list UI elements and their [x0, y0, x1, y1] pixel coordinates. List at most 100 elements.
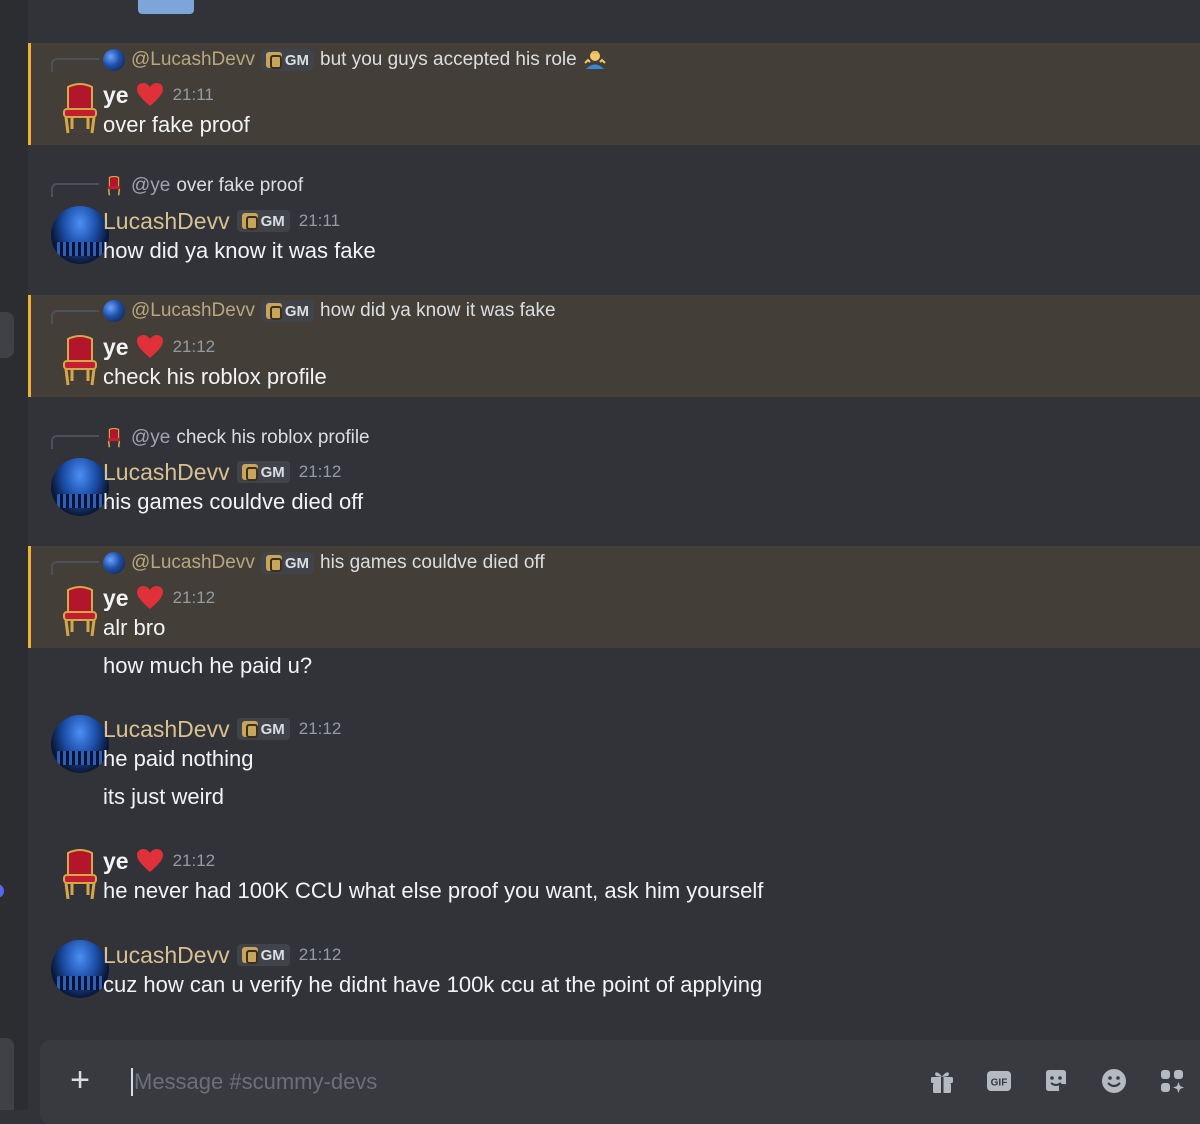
message-header: ye 21:12: [103, 846, 215, 876]
avatar[interactable]: [51, 715, 109, 773]
guild-tag: GM: [236, 210, 290, 232]
emoji-icon[interactable]: [1099, 1066, 1129, 1096]
reply-spine: [51, 310, 99, 324]
avatar[interactable]: [51, 583, 109, 641]
timestamp[interactable]: 21:12: [299, 719, 342, 739]
message-header: LucashDevv GM 21:11: [103, 206, 340, 236]
timestamp[interactable]: 21:11: [299, 211, 340, 231]
reply-spine: [51, 435, 99, 449]
reply-preview[interactable]: @ye over fake proof: [103, 174, 303, 198]
guild-tag: GM: [260, 552, 315, 574]
gif-label: GIF: [991, 1078, 1008, 1089]
reply-preview[interactable]: @LucashDevv GM how did ya know it was fa…: [103, 299, 556, 323]
reply-spine: [51, 183, 99, 197]
add-attachment-button[interactable]: +: [62, 1062, 98, 1098]
guild-tag-icon: [241, 464, 258, 481]
gif-button[interactable]: GIF: [984, 1066, 1014, 1096]
rail-selected-pill[interactable]: [0, 312, 14, 358]
avatar[interactable]: [51, 206, 109, 264]
message-header: LucashDevv GM 21:12: [103, 940, 341, 970]
message-text: its just weird: [103, 784, 225, 809]
throne-icon: [63, 849, 97, 900]
avatar[interactable]: [51, 458, 109, 516]
avatar[interactable]: [51, 846, 109, 904]
message-text: how much he paid u?: [103, 653, 313, 678]
guild-tag-label: GM: [284, 302, 310, 320]
avatar[interactable]: [51, 80, 109, 138]
avatar[interactable]: [51, 940, 109, 998]
reply-author[interactable]: @ye: [131, 175, 170, 197]
guild-tag: GM: [260, 300, 315, 322]
apps-icon: [1161, 1070, 1184, 1093]
message-input[interactable]: [134, 1064, 894, 1100]
username[interactable]: ye: [103, 82, 129, 109]
guild-tag-icon: [265, 303, 282, 320]
reply-avatar-lucashdevv: [103, 300, 125, 322]
message-text: over fake proof: [103, 112, 250, 137]
timestamp[interactable]: 21:12: [173, 588, 216, 608]
throne-icon: [63, 83, 97, 134]
throne-icon: [107, 176, 121, 196]
timestamp[interactable]: 21:12: [173, 851, 216, 871]
red-heart-icon: [136, 335, 163, 358]
guild-tag: GM: [236, 461, 290, 483]
text-caret: [131, 1068, 133, 1096]
reply-author[interactable]: @LucashDevv: [131, 300, 255, 322]
message-text: check his roblox profile: [103, 364, 327, 389]
sticker-icon: [1046, 1070, 1066, 1091]
guild-tag: GM: [236, 944, 290, 966]
guild-tag-icon: [241, 947, 258, 964]
message-text: he never had 100K CCU what else proof yo…: [103, 878, 764, 903]
person-shrugging-icon: [583, 51, 606, 69]
reply-text: over fake proof: [176, 175, 304, 196]
reply-preview[interactable]: @ye check his roblox profile: [103, 426, 370, 450]
red-heart-icon: [136, 586, 163, 609]
reply-author[interactable]: @ye: [131, 427, 170, 449]
guild-tag-label: GM: [260, 212, 285, 230]
guild-tag: GM: [236, 718, 290, 740]
timestamp[interactable]: 21:12: [173, 337, 216, 357]
message-header: LucashDevv GM 21:12: [103, 714, 341, 744]
username[interactable]: LucashDevv: [103, 208, 230, 235]
throne-icon: [63, 335, 97, 386]
throne-icon: [107, 428, 121, 448]
reply-preview[interactable]: @LucashDevv GM his games couldve died of…: [103, 551, 545, 575]
emoji-icon: [1102, 1069, 1126, 1093]
message-header: ye 21:11: [103, 80, 214, 110]
sticker-icon[interactable]: [1041, 1066, 1071, 1096]
rail-unread-indicator: [0, 884, 4, 898]
username[interactable]: ye: [103, 334, 129, 361]
gift-icon: [931, 1072, 953, 1093]
reply-text: how did ya know it was fake: [320, 300, 556, 321]
message-text: cuz how can u verify he didnt have 100k …: [103, 972, 763, 997]
username[interactable]: ye: [103, 848, 129, 875]
red-heart-icon: [136, 849, 163, 872]
reply-text: but you guys accepted his role: [320, 49, 577, 70]
avatar[interactable]: [51, 332, 109, 390]
timestamp[interactable]: 21:12: [299, 462, 342, 482]
username[interactable]: ye: [103, 585, 129, 612]
guild-tag-icon: [265, 52, 282, 69]
timestamp[interactable]: 21:11: [173, 85, 214, 105]
reply-author[interactable]: @LucashDevv: [131, 552, 255, 574]
guild-tag-icon: [241, 213, 258, 230]
apps-icon[interactable]: [1157, 1066, 1187, 1096]
message-text: how did ya know it was fake: [103, 238, 376, 263]
rail-user-panel[interactable]: [0, 1038, 14, 1110]
username[interactable]: LucashDevv: [103, 942, 230, 969]
timestamp[interactable]: 21:12: [299, 945, 342, 965]
reply-author[interactable]: @LucashDevv: [131, 49, 255, 71]
reply-preview[interactable]: @LucashDevv GM but you guys accepted his…: [103, 48, 607, 72]
guild-tag-label: GM: [260, 720, 285, 738]
reply-text: check his roblox profile: [176, 427, 370, 448]
guild-tag-label: GM: [284, 51, 310, 69]
guild-tag-label: GM: [284, 554, 310, 572]
message-composer: + GIF: [40, 1040, 1200, 1124]
guild-tag-icon: [241, 721, 258, 738]
reply-avatar-lucashdevv: [103, 49, 125, 71]
reply-spine: [51, 58, 99, 72]
gift-icon[interactable]: [927, 1066, 957, 1096]
username[interactable]: LucashDevv: [103, 459, 230, 486]
reply-avatar-lucashdevv: [103, 552, 125, 574]
username[interactable]: LucashDevv: [103, 716, 230, 743]
